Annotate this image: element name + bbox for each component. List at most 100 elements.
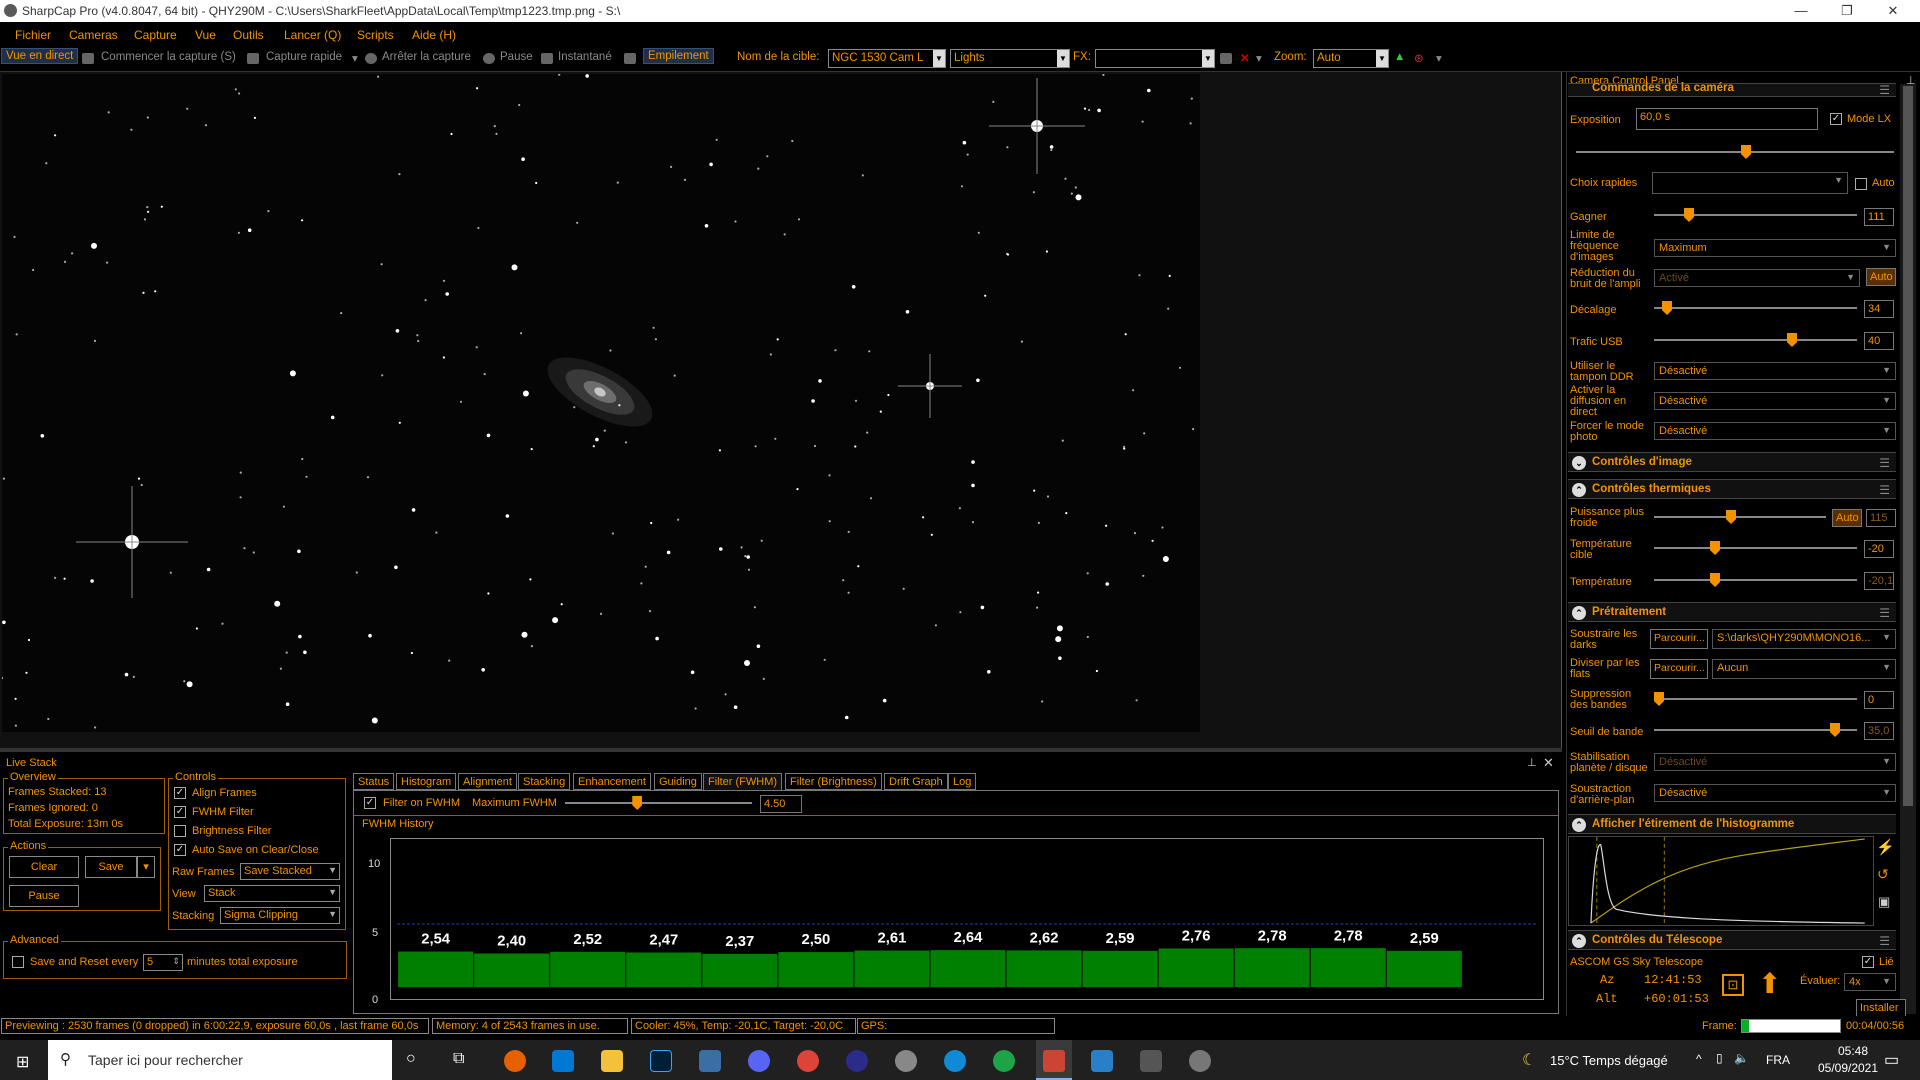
rate-select[interactable]: 4x ▼ [1844,973,1896,991]
language-indicator[interactable]: FRA [1766,1053,1790,1067]
chevron-down-icon[interactable]: ▼ [1376,50,1388,67]
menu-fichier[interactable]: Fichier [15,28,51,42]
chevron-down-icon[interactable]: ▼ [933,50,945,67]
chevron-down-icon[interactable]: ▾ [352,51,358,65]
offset-slider[interactable] [1654,301,1857,315]
gain-slider[interactable] [1654,208,1857,222]
live-view-button[interactable]: Vue en direct [1,48,79,64]
save-button[interactable]: Save [85,856,137,878]
chevron-down-icon[interactable]: ▼ [1882,976,1891,986]
quick-capture-button[interactable]: Capture rapide [266,51,342,63]
park-icon[interactable]: ⊡ [1722,974,1744,996]
calculator-icon[interactable] [1140,1050,1162,1072]
zoom-select[interactable]: Auto ▼ [1313,49,1389,68]
clock-time[interactable]: 05:48 [1818,1044,1888,1058]
maximize-button[interactable]: ❐ [1824,0,1870,22]
chevron-down-icon[interactable]: ▼ [1846,272,1855,282]
weather-text[interactable]: 15°C Temps dégagé [1550,1053,1668,1068]
menu-cameras[interactable]: Cameras [69,28,118,42]
arrow-up-icon[interactable]: ⬆ [1758,970,1781,998]
photo-mode-select[interactable]: Désactivé ▼ [1654,422,1896,440]
menu-icon[interactable]: ☰ [1879,483,1890,497]
chevron-down-icon[interactable]: ▼ [1834,175,1843,185]
tab-enhancement[interactable]: Enhancement [573,773,651,790]
chevron-down-icon[interactable]: ▼ [1882,395,1891,405]
section-camera-controls[interactable]: Commandes de la caméra ☰ [1568,82,1896,97]
stop-capture-button[interactable]: Arrêter la capture [382,51,471,63]
autosave-checkbox[interactable]: ✓ [174,844,186,856]
close-icon[interactable]: ✕ [1543,755,1554,771]
search-box[interactable]: ⚲ Taper ici pour rechercher [48,1040,392,1080]
close-button[interactable]: ✕ [1870,0,1916,22]
volume-icon[interactable]: 🔈 [1734,1051,1749,1065]
amp-noise-select[interactable]: Activé ▼ [1654,269,1860,287]
slider-thumb[interactable] [1741,145,1751,159]
offset-input[interactable]: 34 [1864,300,1894,318]
chevron-up-icon[interactable]: ⌃ [1572,483,1586,497]
section-telescope-controls[interactable]: ⌃ Contrôles du Télescope ☰ [1568,930,1896,950]
windows-start-icon[interactable]: ⊞ [16,1052,29,1072]
edge-icon[interactable] [944,1050,966,1072]
chevron-down-icon[interactable]: ▼ [1882,365,1891,375]
slider-thumb[interactable] [1830,723,1840,737]
network-icon[interactable]: ▯ [1716,1051,1723,1065]
tab-stacking[interactable]: Stacking [518,773,571,790]
reticle-icon[interactable] [1220,53,1232,64]
chevron-down-icon[interactable]: ▼ [1057,50,1069,67]
tab-filter-fwhm[interactable]: Filter (FWHM) [703,773,783,790]
photos-icon[interactable] [1091,1050,1113,1072]
max-fwhm-slider[interactable] [565,796,752,810]
chevron-up-icon[interactable]: ⌃ [1572,934,1586,948]
browse-flats-button[interactable]: Parcourir... [1650,659,1708,679]
chevron-down-icon[interactable]: ⌄ [1572,456,1586,470]
section-histogram-stretch[interactable]: ⌃ Afficher l'étirement de l'histogramme [1568,814,1896,834]
menu-aide[interactable]: Aide (H) [412,28,456,42]
target-icon[interactable]: ⊛ [1414,51,1424,65]
slider-thumb[interactable] [1710,541,1720,555]
stacking-button[interactable]: Empilement [643,48,714,64]
discord-icon[interactable] [748,1050,770,1072]
cooler-auto-button[interactable]: Auto [1832,509,1862,527]
scrollbar-thumb[interactable] [1903,86,1913,806]
flats-select[interactable]: Aucun ▼ [1712,659,1896,679]
tab-log[interactable]: Log [948,773,977,790]
chevron-down-icon[interactable]: ▼ [1882,756,1891,766]
chevron-down-icon[interactable]: ▼ [1882,787,1891,797]
chevron-down-icon[interactable]: ▾ [1256,51,1262,65]
pause-button[interactable]: Pause [500,51,533,63]
phd2-icon[interactable] [993,1050,1015,1072]
tools-icon[interactable] [624,53,636,64]
histogram-stretch-graph[interactable] [1568,836,1874,926]
menu-icon[interactable]: ☰ [1879,83,1890,97]
start-capture-button[interactable]: Commencer la capture (S) [101,51,236,63]
clear-button[interactable]: Clear [9,856,79,878]
menu-outils[interactable]: Outils [233,28,264,42]
target-temp-slider[interactable] [1654,541,1857,555]
linked-checkbox[interactable]: ✓ [1862,956,1874,968]
pin-icon[interactable]: ⊥ [1527,756,1537,769]
histogram-icon[interactable]: ▲ [1394,51,1405,63]
chevron-down-icon[interactable]: ▼ [1882,632,1891,642]
slider-thumb[interactable] [1654,692,1664,706]
quick-choice-select[interactable]: ▼ [1652,172,1848,194]
ddr-select[interactable]: Désactivé ▼ [1654,362,1896,380]
menu-scripts[interactable]: Scripts [357,28,394,42]
save-reset-checkbox[interactable] [12,956,24,968]
tab-status[interactable]: Status [353,773,395,790]
banding-input[interactable]: 0 [1864,691,1894,709]
slider-thumb[interactable] [1787,333,1797,347]
stellarium-icon[interactable] [846,1050,868,1072]
file-explorer-icon[interactable] [601,1050,623,1072]
snapshot-button[interactable]: Instantané [558,51,612,63]
stream-select[interactable]: Désactivé ▼ [1654,392,1896,410]
band-threshold-slider[interactable] [1654,723,1857,737]
pause-stack-button[interactable]: Pause [9,885,79,907]
quick-auto-checkbox[interactable] [1855,178,1867,190]
cortana-icon[interactable]: ○ [406,1050,416,1068]
clock-date[interactable]: 05/09/2021 [1808,1061,1888,1075]
menu-icon[interactable]: ☰ [1879,456,1890,470]
crosshair-icon[interactable]: ✕ [1240,51,1250,65]
image-viewport[interactable] [0,72,1562,748]
splitter[interactable] [0,748,1562,752]
fwhm-filter-checkbox[interactable]: ✓ [174,806,186,818]
